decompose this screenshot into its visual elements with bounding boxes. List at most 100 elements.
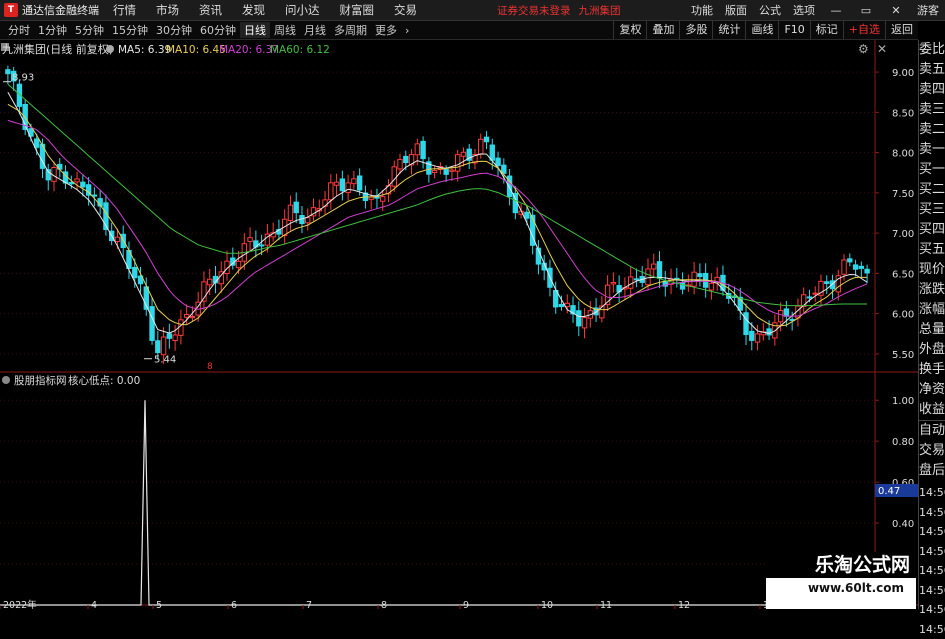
kline-chart-area[interactable]: 1.000.800.600.400.20 9.008.508.007.507.0… <box>0 40 918 609</box>
watermark-title: 乐淘公式网 <box>766 552 916 578</box>
candle-body <box>415 144 419 155</box>
time-tick-label: 7 <box>306 600 312 609</box>
candle-body <box>334 182 338 185</box>
sidebar-label: 卖一 <box>919 140 945 160</box>
menu-options[interactable]: 选项 <box>793 2 815 18</box>
period-multi[interactable]: 多周期 <box>330 22 371 38</box>
candle-body <box>156 341 160 353</box>
period-30min[interactable]: 30分钟 <box>152 22 196 38</box>
sidebar-label: 买四 <box>919 220 945 240</box>
price-tick-label: 8.50 <box>892 108 914 119</box>
btn-overlay[interactable]: 叠加 <box>646 21 679 39</box>
current-value: 0.47 <box>878 486 900 497</box>
right-menu: 功能 版面 公式 选项 — ▭ ✕ 游客 <box>685 0 945 20</box>
candle-body <box>628 277 632 288</box>
candle-body <box>259 245 263 246</box>
guest-label[interactable]: 游客 <box>917 2 939 18</box>
sidebar-time: 14:56 <box>919 561 945 581</box>
candle-body <box>750 331 754 340</box>
candle-body <box>306 218 310 223</box>
menu-discover[interactable]: 发现 <box>242 2 265 18</box>
btn-add-watchlist[interactable]: +自选 <box>843 21 885 39</box>
candle-body <box>184 315 188 318</box>
candle-body <box>825 282 829 284</box>
menu-exchange[interactable]: 市场 <box>156 2 179 18</box>
sidebar-label: 卖三 <box>919 100 945 120</box>
candle-body <box>421 141 425 158</box>
candle-body <box>455 155 459 171</box>
sidebar-label: 净资 <box>919 380 945 400</box>
menu-market[interactable]: 行情 <box>113 2 136 18</box>
btn-draw-line[interactable]: 画线 <box>745 21 778 39</box>
btn-f10[interactable]: F10 <box>778 21 809 39</box>
minimize-icon[interactable]: — <box>827 4 845 17</box>
settings-icon[interactable]: ⚙ <box>858 42 869 56</box>
close-chart-icon[interactable]: ✕ <box>877 42 887 56</box>
candle-body <box>813 293 817 294</box>
period-60min[interactable]: 60分钟 <box>196 22 240 38</box>
candle-body <box>357 176 361 190</box>
candle-body <box>755 334 759 342</box>
menu-function[interactable]: 功能 <box>691 2 713 18</box>
sidebar-label[interactable]: 自动 <box>919 421 945 441</box>
btn-multi-stock[interactable]: 多股 <box>679 21 712 39</box>
candle-body <box>634 279 638 280</box>
chevron-right-icon[interactable]: › <box>401 24 413 37</box>
candle-body <box>680 283 684 289</box>
ma5-label: MA5: 6.39 <box>118 44 171 56</box>
period-daily[interactable]: 日线 <box>240 22 270 38</box>
candle-body <box>490 145 494 160</box>
sidebar-label: 总量 <box>919 320 945 340</box>
btn-statistics[interactable]: 统计 <box>712 21 745 39</box>
candle-body <box>369 197 373 199</box>
sidebar-label: 现价 <box>919 260 945 280</box>
candle-body <box>853 265 857 269</box>
stock-name-title: 九洲集团 <box>579 3 621 18</box>
period-toolbar: 分时 1分钟 5分钟 15分钟 30分钟 60分钟 日线 周线 月线 多周期 更… <box>0 21 918 40</box>
period-intraday[interactable]: 分时 <box>4 22 34 38</box>
period-1min[interactable]: 1分钟 <box>34 22 71 38</box>
candle-body <box>778 311 782 322</box>
menu-news[interactable]: 资讯 <box>199 2 222 18</box>
sidebar-label: 买一 <box>919 160 945 180</box>
candle-body <box>444 169 448 174</box>
sidebar-label[interactable]: 交易 <box>919 441 945 461</box>
period-5min[interactable]: 5分钟 <box>71 22 108 38</box>
menu-wealth[interactable]: 财富圈 <box>340 2 375 18</box>
candle-body <box>479 139 483 154</box>
broker-status[interactable]: 证券交易未登录 <box>497 3 571 18</box>
candle-body <box>767 329 771 335</box>
period-more[interactable]: 更多 <box>371 22 401 38</box>
ma10-label: MA10: 6.45 <box>166 44 226 56</box>
sidebar-label: 卖二 <box>919 120 945 140</box>
time-tick-label: 2022年 <box>3 599 37 609</box>
sidebar-time: 14:56 <box>919 522 945 542</box>
candle-body <box>525 212 529 218</box>
period-15min[interactable]: 15分钟 <box>108 22 152 38</box>
close-icon[interactable]: ✕ <box>887 4 905 17</box>
price-tick-label: 6.00 <box>892 310 914 321</box>
ma-settings-icon[interactable] <box>106 45 114 53</box>
candle-body <box>432 170 436 172</box>
period-monthly[interactable]: 月线 <box>300 22 330 38</box>
sidebar-label: 卖四 <box>919 80 945 100</box>
btn-restore-rights[interactable]: 复权 <box>613 21 646 39</box>
btn-back[interactable]: 返回 <box>885 21 918 39</box>
menu-ask[interactable]: 问小达 <box>285 2 320 18</box>
menu-formula[interactable]: 公式 <box>759 2 781 18</box>
menu-trade[interactable]: 交易 <box>394 2 417 18</box>
high-price-label: 8.93 <box>12 73 34 84</box>
sub-chart-menu-icon[interactable] <box>2 376 10 384</box>
btn-mark[interactable]: 标记 <box>810 21 843 39</box>
period-weekly[interactable]: 周线 <box>270 22 300 38</box>
restore-icon[interactable]: ▭ <box>857 4 875 17</box>
sidebar-label[interactable]: 盘后 <box>919 461 945 481</box>
candle-body <box>392 167 396 186</box>
low-price-label: 5.44 <box>154 355 176 366</box>
menu-layout[interactable]: 版面 <box>725 2 747 18</box>
sidebar-time: 14:56 <box>919 503 945 523</box>
candle-body <box>115 237 119 241</box>
event-marker: 8 <box>207 362 213 372</box>
candle-body <box>404 156 408 162</box>
quote-sidebar: 委比卖五卖四卖三卖二卖一买一买二买三买四买五现价涨跌涨幅总量外盘换手净资收益自动… <box>918 40 945 609</box>
